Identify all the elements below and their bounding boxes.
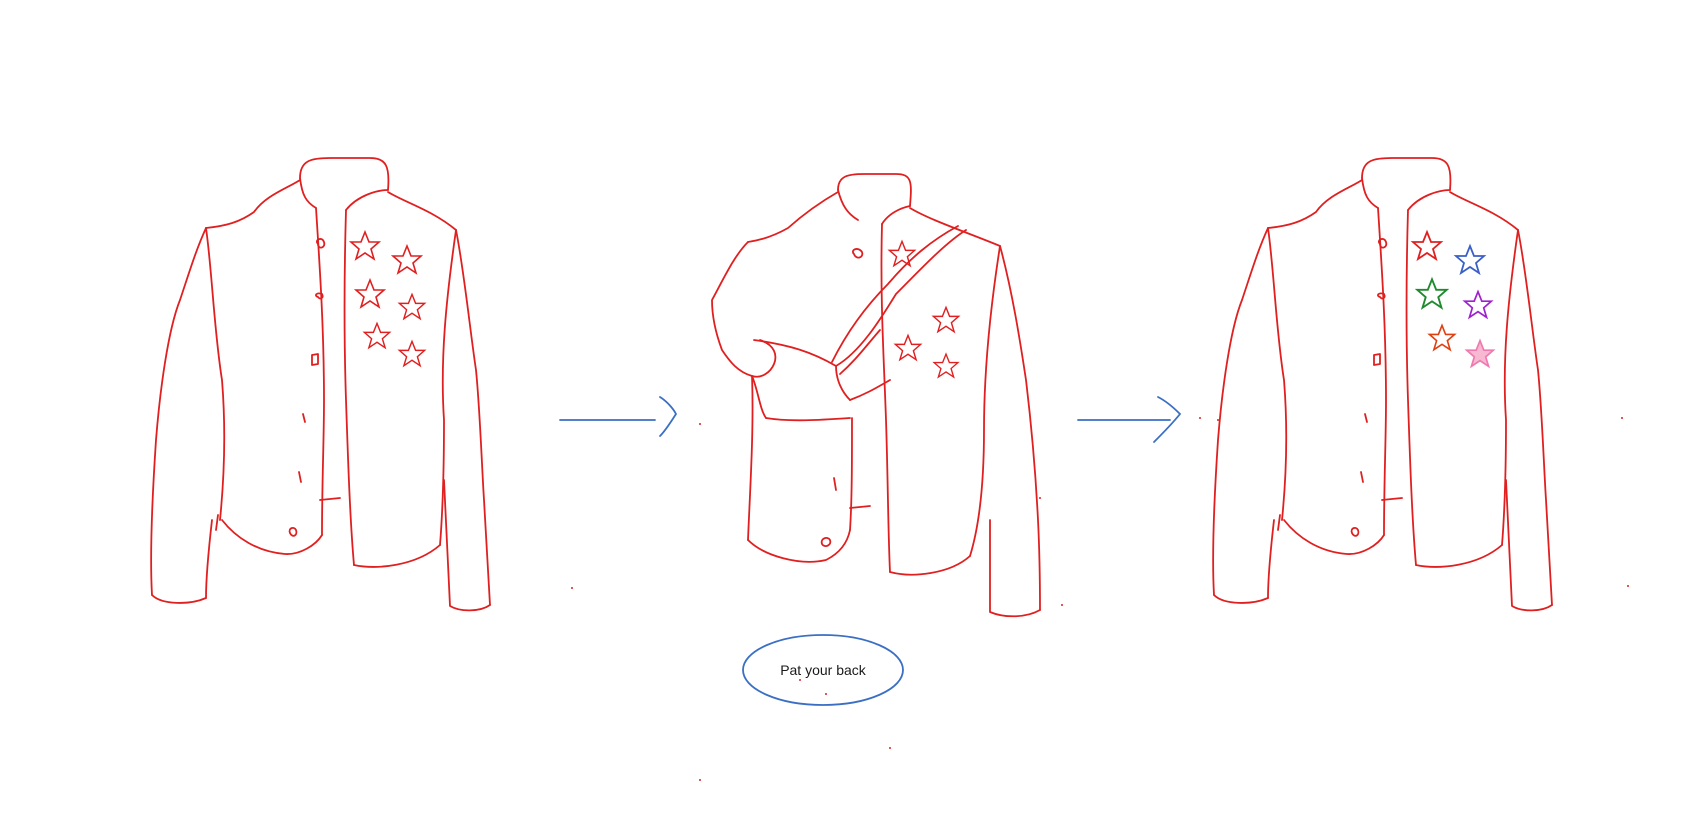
stars-stage-3 (1412, 231, 1495, 368)
star-1-5 (363, 322, 391, 349)
stray-dots (571, 417, 1629, 781)
caption-text: Pat your back (780, 662, 867, 678)
jacket-stage-2 (711, 173, 1041, 618)
stars-stage-2 (888, 240, 960, 378)
jacket-stage-1 (150, 157, 491, 612)
caption-bubble: Pat your back (742, 634, 904, 706)
star-3-2 (1455, 245, 1485, 274)
star-3-4 (1463, 290, 1493, 319)
star-2-1 (888, 240, 916, 267)
star-1-3 (355, 279, 385, 308)
star-1-2 (392, 245, 422, 274)
star-3-5 (1428, 324, 1456, 351)
star-2-2 (932, 306, 960, 333)
jacket-stage-3 (1212, 157, 1553, 612)
diagram-canvas: Pat your back (150, 157, 1629, 781)
star-1-6 (398, 340, 426, 367)
star-2-3 (894, 334, 922, 361)
star-2-4 (933, 353, 959, 378)
star-1-4 (398, 293, 426, 320)
star-3-3 (1416, 278, 1448, 309)
arrow-1 (559, 396, 678, 437)
star-3-6 (1465, 339, 1495, 368)
star-3-1 (1412, 231, 1442, 260)
stars-stage-1 (350, 231, 426, 367)
star-1-1 (350, 231, 380, 260)
arrow-2 (1077, 396, 1182, 443)
